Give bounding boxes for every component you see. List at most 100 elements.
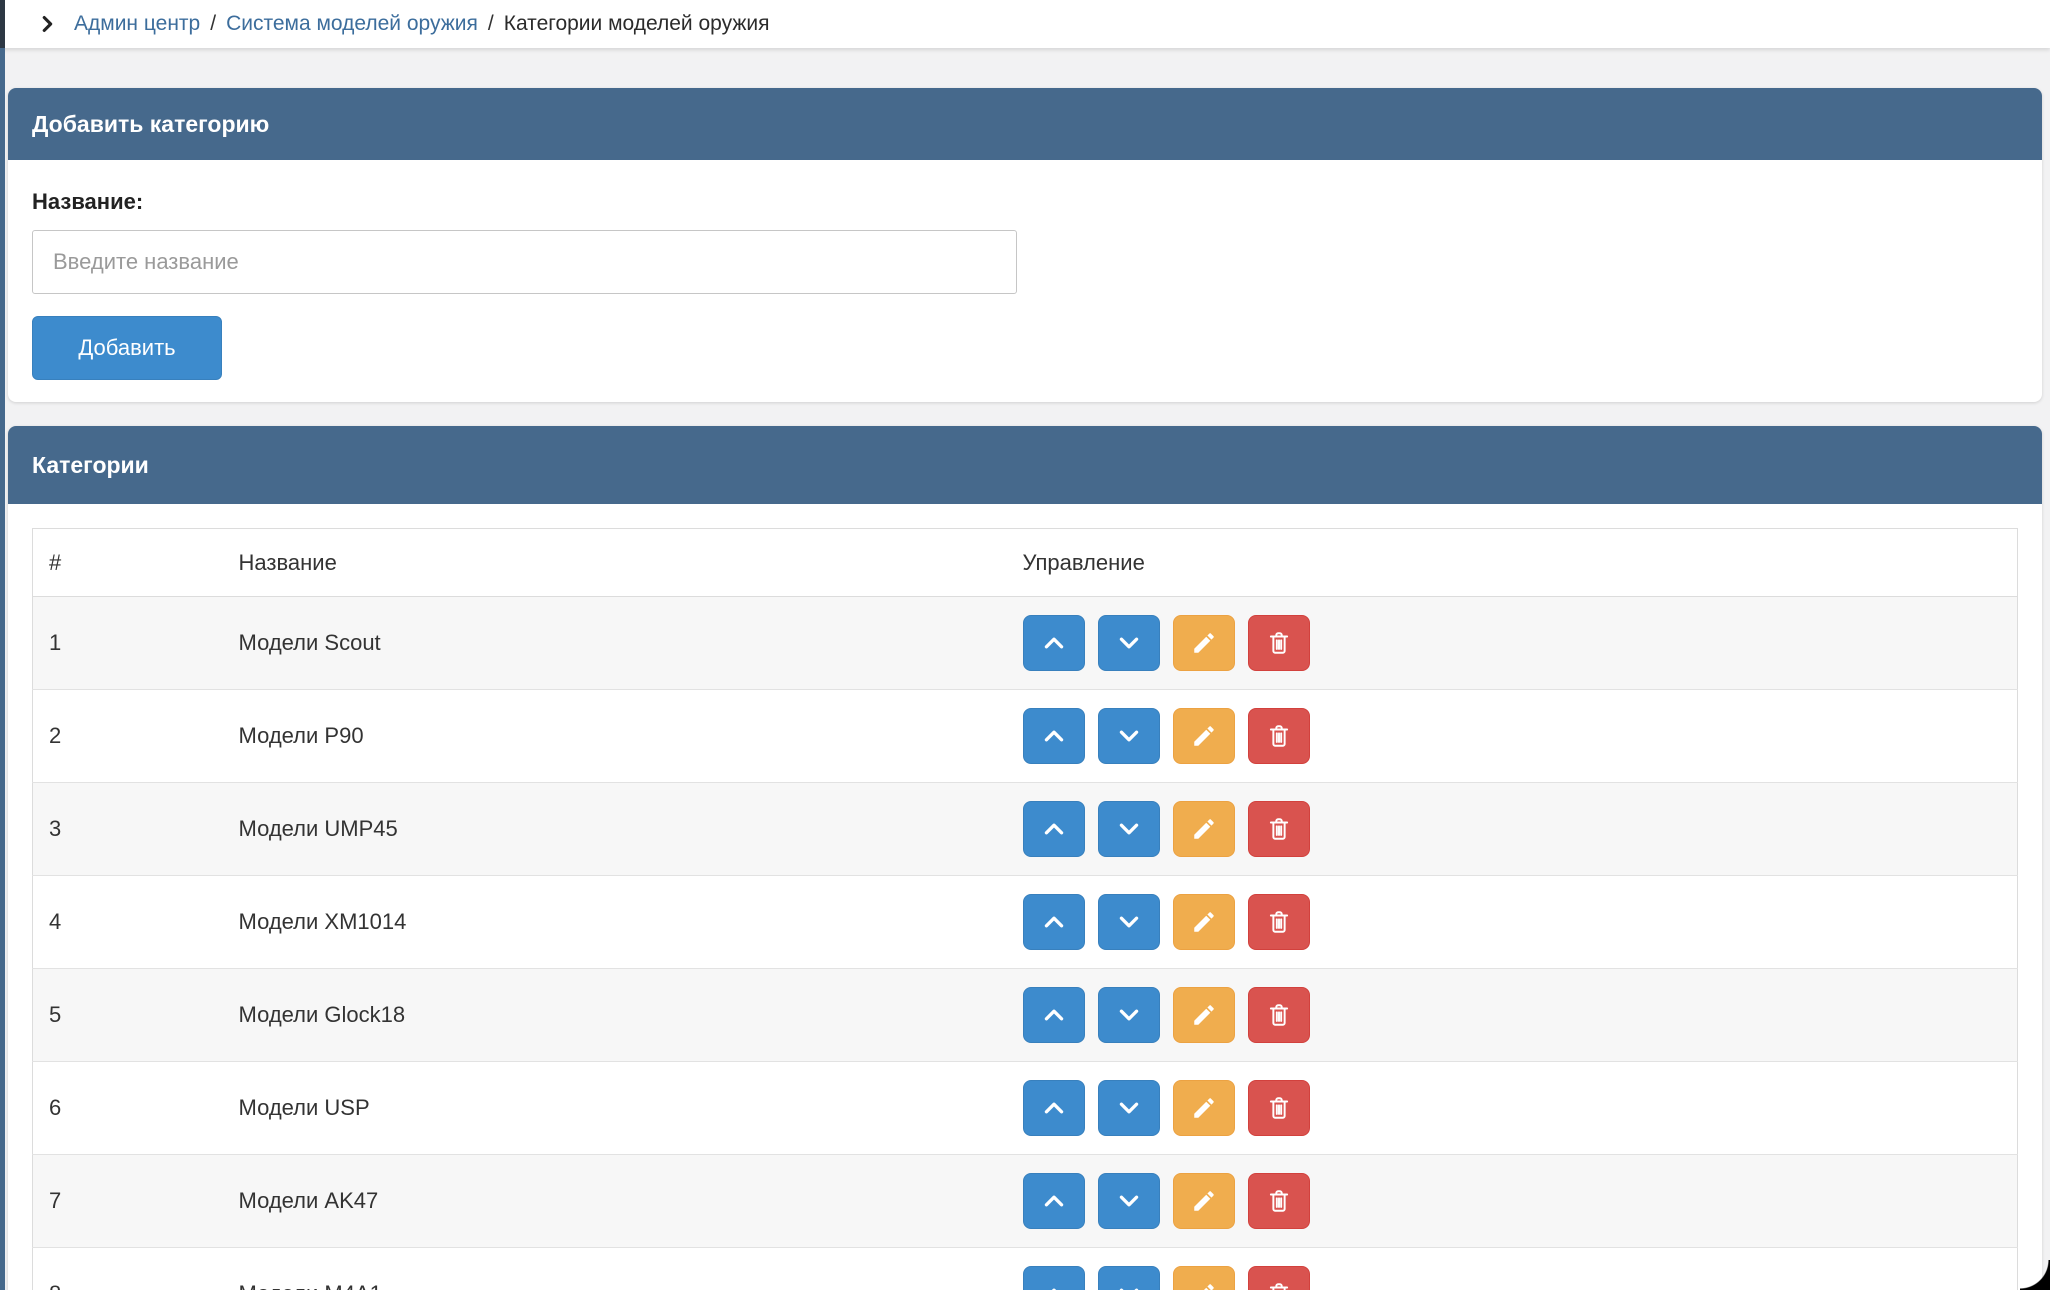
row-actions <box>1023 1173 2002 1229</box>
row-actions <box>1023 708 2002 764</box>
breadcrumb-separator: / <box>210 12 216 36</box>
delete-button[interactable] <box>1248 1266 1310 1290</box>
breadcrumb-separator: / <box>488 12 494 36</box>
categories-table-body: 1 Модели Scout <box>33 597 2018 1290</box>
move-down-button[interactable] <box>1098 894 1160 950</box>
pencil-icon <box>1191 909 1217 935</box>
edit-button[interactable] <box>1173 1266 1235 1290</box>
categories-panel-title: Категории <box>8 426 2042 504</box>
move-down-button[interactable] <box>1098 615 1160 671</box>
name-label: Название: <box>32 188 2018 216</box>
table-row: 1 Модели Scout <box>33 597 2018 690</box>
chevron-down-icon <box>1116 630 1142 656</box>
breadcrumb-link-weapon-model-system[interactable]: Система моделей оружия <box>226 12 478 36</box>
trash-icon <box>1266 1095 1292 1121</box>
move-up-button[interactable] <box>1023 1266 1085 1290</box>
table-row: 3 Модели UMP45 <box>33 783 2018 876</box>
breadcrumb-chevron-icon <box>36 13 58 35</box>
chevron-up-icon <box>1041 816 1067 842</box>
categories-panel: Категории # Название Управление 1 Модели… <box>8 426 2042 1290</box>
row-number: 3 <box>33 783 223 876</box>
chevron-up-icon <box>1041 1095 1067 1121</box>
move-up-button[interactable] <box>1023 894 1085 950</box>
move-up-button[interactable] <box>1023 708 1085 764</box>
add-category-panel: Добавить категорию Название: Добавить <box>8 88 2042 402</box>
delete-button[interactable] <box>1248 894 1310 950</box>
add-category-button[interactable]: Добавить <box>32 316 222 380</box>
edit-button[interactable] <box>1173 801 1235 857</box>
trash-icon <box>1266 630 1292 656</box>
edit-button[interactable] <box>1173 1173 1235 1229</box>
breadcrumb-current-page: Категории моделей оружия <box>504 12 770 36</box>
pencil-icon <box>1191 1188 1217 1214</box>
table-row: 2 Модели P90 <box>33 690 2018 783</box>
column-header-actions: Управление <box>1023 529 2018 597</box>
move-up-button[interactable] <box>1023 1173 1085 1229</box>
move-down-button[interactable] <box>1098 708 1160 764</box>
row-name: Модели UMP45 <box>223 783 1023 876</box>
pencil-icon <box>1191 630 1217 656</box>
category-name-input[interactable] <box>32 230 1017 294</box>
delete-button[interactable] <box>1248 801 1310 857</box>
pencil-icon <box>1191 816 1217 842</box>
move-down-button[interactable] <box>1098 1173 1160 1229</box>
move-down-button[interactable] <box>1098 801 1160 857</box>
move-up-button[interactable] <box>1023 987 1085 1043</box>
table-row: 8 Модели M4A1 <box>33 1248 2018 1290</box>
move-down-button[interactable] <box>1098 1080 1160 1136</box>
row-name: Модели P90 <box>223 690 1023 783</box>
breadcrumb: Админ центр / Система моделей оружия / К… <box>0 0 2050 48</box>
table-row: 4 Модели XM1014 <box>33 876 2018 969</box>
row-actions <box>1023 987 2002 1043</box>
edit-button[interactable] <box>1173 708 1235 764</box>
row-number: 1 <box>33 597 223 690</box>
edit-button[interactable] <box>1173 615 1235 671</box>
row-name: Модели Scout <box>223 597 1023 690</box>
chevron-up-icon <box>1041 723 1067 749</box>
table-header-row: # Название Управление <box>33 529 2018 597</box>
row-name: Модели M4A1 <box>223 1248 1023 1290</box>
trash-icon <box>1266 1188 1292 1214</box>
delete-button[interactable] <box>1248 987 1310 1043</box>
chevron-down-icon <box>1116 909 1142 935</box>
row-name: Модели AK47 <box>223 1155 1023 1248</box>
move-up-button[interactable] <box>1023 801 1085 857</box>
trash-icon <box>1266 723 1292 749</box>
trash-icon <box>1266 816 1292 842</box>
pencil-icon <box>1191 1281 1217 1290</box>
edit-button[interactable] <box>1173 894 1235 950</box>
row-number: 8 <box>33 1248 223 1290</box>
table-row: 5 Модели Glock18 <box>33 969 2018 1062</box>
delete-button[interactable] <box>1248 615 1310 671</box>
column-header-number: # <box>33 529 223 597</box>
row-number: 4 <box>33 876 223 969</box>
pencil-icon <box>1191 723 1217 749</box>
row-number: 7 <box>33 1155 223 1248</box>
edit-button[interactable] <box>1173 1080 1235 1136</box>
row-actions <box>1023 801 2002 857</box>
chevron-up-icon <box>1041 1188 1067 1214</box>
column-header-name: Название <box>223 529 1023 597</box>
chevron-down-icon <box>1116 816 1142 842</box>
chevron-up-icon <box>1041 909 1067 935</box>
breadcrumb-link-admin-center[interactable]: Админ центр <box>74 12 200 36</box>
delete-button[interactable] <box>1248 708 1310 764</box>
row-actions <box>1023 1080 2002 1136</box>
move-down-button[interactable] <box>1098 1266 1160 1290</box>
row-actions <box>1023 894 2002 950</box>
chevron-up-icon <box>1041 1002 1067 1028</box>
trash-icon <box>1266 1002 1292 1028</box>
delete-button[interactable] <box>1248 1173 1310 1229</box>
row-name: Модели USP <box>223 1062 1023 1155</box>
move-up-button[interactable] <box>1023 615 1085 671</box>
delete-button[interactable] <box>1248 1080 1310 1136</box>
chevron-down-icon <box>1116 1002 1142 1028</box>
screen-corner-artifact <box>2020 1260 2050 1290</box>
move-down-button[interactable] <box>1098 987 1160 1043</box>
table-row: 7 Модели AK47 <box>33 1155 2018 1248</box>
move-up-button[interactable] <box>1023 1080 1085 1136</box>
edit-button[interactable] <box>1173 987 1235 1043</box>
chevron-down-icon <box>1116 1188 1142 1214</box>
row-name: Модели Glock18 <box>223 969 1023 1062</box>
categories-table: # Название Управление 1 Модели Scout <box>32 528 2018 1290</box>
